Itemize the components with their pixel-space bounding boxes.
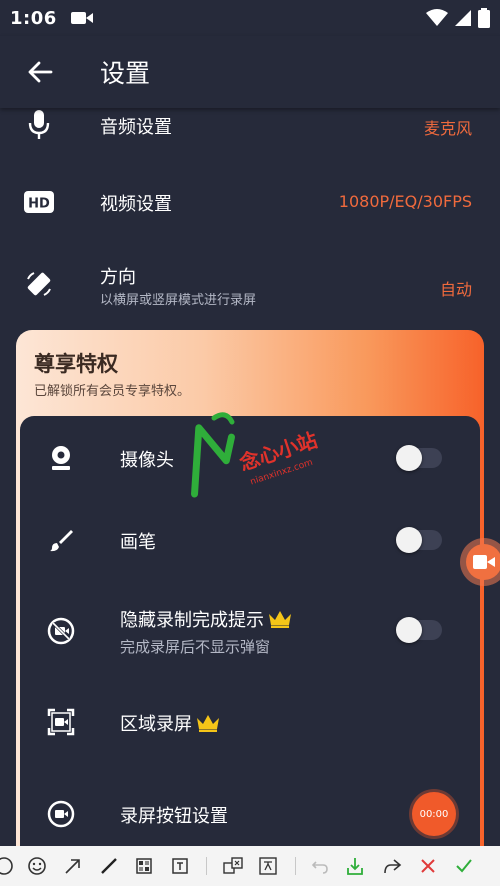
- svg-text:HD: HD: [28, 197, 50, 212]
- hide-prompt-title: 隐藏录制完成提示: [120, 606, 292, 632]
- toolbar-divider: [295, 857, 296, 875]
- status-icons: [426, 8, 490, 28]
- orientation-setting-subtitle: 以横屏或竖屏模式进行录屏: [100, 293, 257, 308]
- toolbar-divider: [206, 857, 207, 875]
- hd-icon: HD: [24, 187, 54, 217]
- share-icon[interactable]: [380, 854, 404, 878]
- hide-prompt-icon: [46, 616, 76, 646]
- camera-title: 摄像头: [120, 450, 174, 471]
- watermark: 念心小站 nianxinxz.com: [180, 400, 340, 504]
- premium-subtitle: 已解锁所有会员专享特权。: [34, 384, 191, 399]
- hide-prompt-subtitle: 完成录屏后不显示弹窗: [120, 638, 271, 656]
- camera-toggle[interactable]: [396, 445, 442, 471]
- wifi-icon: [426, 9, 448, 26]
- area-recording-row[interactable]: 区域录屏: [20, 702, 480, 742]
- undo-icon[interactable]: [308, 854, 332, 878]
- video-setting-title: 视频设置: [100, 194, 172, 215]
- page-title: 设置: [100, 59, 151, 88]
- battery-icon: [478, 8, 490, 28]
- record-button-settings-title: 录屏按钮设置: [120, 806, 228, 827]
- text-tool-icon[interactable]: [168, 854, 192, 878]
- line-tool-icon[interactable]: [97, 854, 121, 878]
- orientation-setting-title: 方向: [100, 267, 136, 288]
- audio-setting-row[interactable]: 音频设置 麦克风: [0, 104, 500, 148]
- emoji-tool-icon[interactable]: [25, 854, 49, 878]
- brush-row[interactable]: 画笔: [20, 520, 480, 560]
- recording-timer-button[interactable]: 00:00: [412, 792, 456, 836]
- arrow-left-icon: [28, 61, 53, 83]
- circle-tool-icon[interactable]: [0, 854, 16, 878]
- brush-title: 画笔: [120, 532, 156, 553]
- area-recording-title-text: 区域录屏: [120, 714, 192, 735]
- status-time: 1:06: [10, 7, 57, 29]
- arrow-tool-icon[interactable]: [61, 854, 85, 878]
- translate-tool-icon[interactable]: [256, 854, 280, 878]
- hide-prompt-row[interactable]: 隐藏录制完成提示 完成录屏后不显示弹窗: [20, 602, 480, 662]
- app-bar: 设置: [0, 36, 500, 108]
- record-button-icon: [46, 799, 76, 829]
- screen-rotation-icon: [24, 269, 54, 299]
- camera-person-icon: [46, 443, 76, 473]
- premium-title: 尊享特权: [34, 352, 118, 376]
- status-bar: 1:06: [0, 0, 500, 36]
- area-recording-title: 区域录屏: [120, 710, 220, 736]
- hide-prompt-title-text: 隐藏录制完成提示: [120, 610, 264, 631]
- video-setting-value: 1080P/EQ/30FPS: [338, 192, 472, 211]
- toggle-knob: [396, 445, 422, 471]
- hide-prompt-toggle[interactable]: [396, 617, 442, 643]
- signal-icon: [455, 10, 471, 26]
- mosaic-tool-icon[interactable]: [132, 854, 156, 878]
- record-button-settings-row[interactable]: 录屏按钮设置: [20, 794, 480, 834]
- audio-setting-title: 音频设置: [100, 117, 172, 138]
- close-icon[interactable]: [416, 854, 440, 878]
- save-download-icon[interactable]: [343, 854, 367, 878]
- floating-record-core: [466, 544, 500, 580]
- microphone-icon: [24, 110, 54, 140]
- area-recording-icon: [46, 707, 76, 737]
- brush-icon: [46, 525, 76, 555]
- video-setting-row[interactable]: HD 视频设置 1080P/EQ/30FPS: [0, 180, 500, 224]
- brush-toggle[interactable]: [396, 527, 442, 553]
- ocr-tool-icon[interactable]: [221, 854, 245, 878]
- confirm-check-icon[interactable]: [452, 854, 476, 878]
- edit-toolbar: [0, 846, 500, 886]
- orientation-setting-row[interactable]: 方向 以横屏或竖屏模式进行录屏 自动: [0, 258, 500, 312]
- video-record-icon: [70, 12, 93, 24]
- floating-record-button[interactable]: [460, 538, 500, 586]
- toggle-knob: [396, 617, 422, 643]
- video-camera-icon: [473, 555, 495, 569]
- orientation-setting-value: 自动: [439, 280, 472, 299]
- crown-icon: [197, 715, 219, 732]
- crown-icon: [269, 611, 291, 628]
- back-button[interactable]: [20, 52, 60, 92]
- audio-setting-value: 麦克风: [423, 119, 472, 138]
- toggle-knob: [396, 527, 422, 553]
